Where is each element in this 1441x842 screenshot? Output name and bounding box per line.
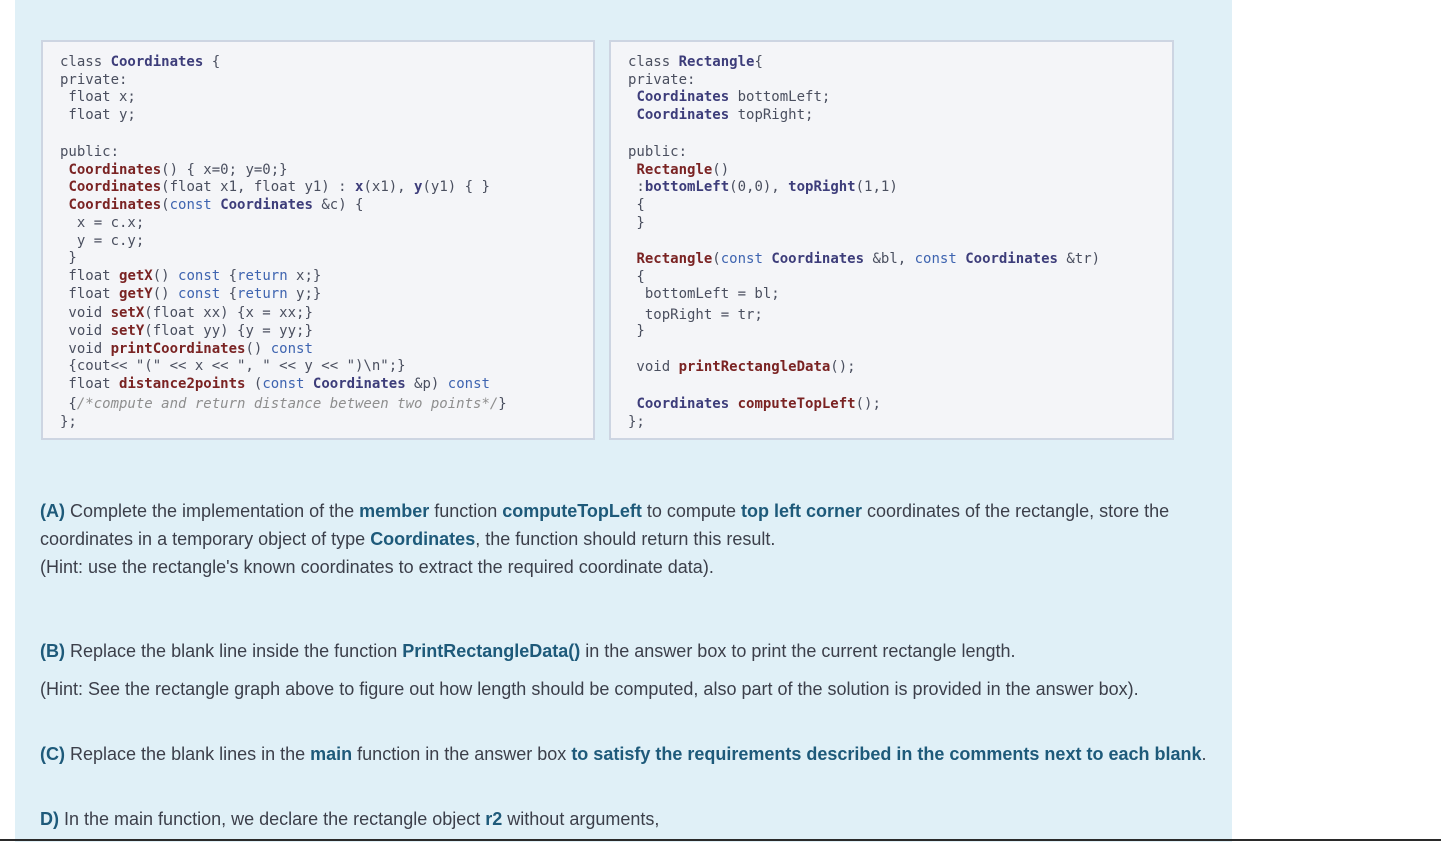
- code-line: Coordinates bottomLeft;: [636, 89, 831, 105]
- code-line: void printCoordinates() const: [60, 341, 313, 357]
- code-line: {/*compute and return distance between t…: [60, 396, 507, 412]
- code-line: {: [628, 269, 645, 285]
- code-line: }: [628, 323, 645, 339]
- code-line: bottomLeft = bl;: [628, 286, 780, 302]
- code-line: };: [60, 414, 77, 430]
- code-line: void setX(float xx) {x = xx;}: [60, 305, 313, 321]
- code-line: {cout<< "(" << x << ", " << y << ")\n";}: [60, 358, 406, 374]
- code-line: class Coordinates {: [60, 54, 221, 70]
- code-line: private:: [628, 72, 696, 88]
- code-line: Coordinates() { x=0; y=0;}: [68, 162, 288, 178]
- code-line: Rectangle(const Coordinates &bl, const C…: [636, 251, 1101, 267]
- code-line: y = c.y;: [60, 233, 145, 249]
- code-line: };: [628, 414, 645, 430]
- code-line: float distance2points (const Coordinates…: [60, 376, 490, 392]
- question-c-text: (C) Replace the blank lines in the main …: [40, 744, 1207, 764]
- code-line: float getX() const {return x;}: [60, 268, 322, 284]
- code-line: Coordinates(float x1, float y1) : x(x1),…: [68, 179, 490, 195]
- code-line: class Rectangle{: [628, 54, 763, 70]
- code-line: {: [628, 197, 645, 213]
- code-line: void setY(float yy) {y = yy;}: [60, 323, 313, 339]
- code-line: x = c.x;: [60, 215, 145, 231]
- question-b-text: (B) Replace the blank line inside the fu…: [40, 641, 1016, 661]
- question-a-text: (A) Complete the implementation of the m…: [40, 501, 1170, 521]
- code-line: Coordinates topRight;: [636, 107, 814, 123]
- rectangle-class-code-box: class Rectangle{ private: Coordinates bo…: [609, 40, 1174, 440]
- question-d-text: D) In the main function, we declare the …: [40, 809, 660, 829]
- question-a-hint: (Hint: use the rectangle's known coordin…: [40, 557, 714, 577]
- question-b-hint: (Hint: See the rectangle graph above to …: [40, 679, 1139, 699]
- code-line: private:: [60, 72, 128, 88]
- code-line: public:: [628, 144, 688, 160]
- code-line: float y;: [60, 107, 136, 123]
- code-line: void printRectangleData();: [628, 359, 856, 375]
- question-a-text-cont: coordinates in a temporary object of typ…: [40, 529, 776, 549]
- code-line: :bottomLeft(0,0), topRight(1,1): [628, 179, 898, 195]
- bottom-divider: [0, 839, 1441, 841]
- code-line: }: [628, 215, 645, 231]
- code-line: Coordinates computeTopLeft();: [636, 396, 881, 412]
- coordinates-class-code-box: class Coordinates { private: float x; fl…: [41, 40, 595, 440]
- code-line: Coordinates(const Coordinates &c) {: [68, 197, 364, 213]
- code-line: topRight = tr;: [628, 307, 763, 323]
- code-line: }: [60, 250, 77, 266]
- code-line: Rectangle(): [636, 162, 730, 178]
- code-line: float x;: [60, 89, 136, 105]
- code-line: float getY() const {return y;}: [60, 286, 322, 302]
- code-line: public:: [60, 144, 120, 160]
